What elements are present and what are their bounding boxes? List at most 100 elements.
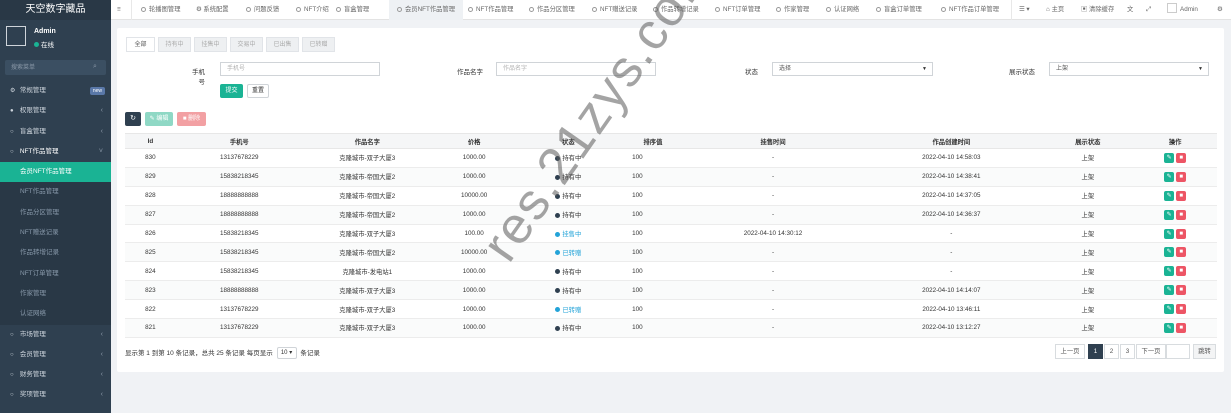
row-delete-icon[interactable]: ■ xyxy=(1176,322,1187,333)
sidebar-item-award[interactable]: ○ 奖项管理 ‹ xyxy=(0,385,111,405)
row-delete-icon[interactable]: ■ xyxy=(1176,285,1187,296)
cell-show-status[interactable]: 上架 xyxy=(1042,205,1134,225)
row-edit-icon[interactable]: ✎ xyxy=(1164,171,1175,182)
tab-nft-intro[interactable]: NFT介绍 xyxy=(296,0,329,20)
submit-button[interactable]: 提交 xyxy=(220,84,243,98)
search-icon[interactable]: ⌕ xyxy=(93,63,101,71)
col-price[interactable]: 价格 xyxy=(431,133,517,149)
edit-button[interactable]: ✎ 编辑 xyxy=(145,112,173,126)
tab-list-dropdown-icon[interactable]: ☰ ▾ xyxy=(1019,0,1030,20)
row-edit-icon[interactable]: ✎ xyxy=(1164,152,1175,163)
cell-show-status[interactable]: 上架 xyxy=(1042,186,1134,206)
home-button[interactable]: ⌂ 主页 xyxy=(1046,0,1064,20)
filter-tab-all[interactable]: 全部 xyxy=(126,37,155,52)
row-delete-icon[interactable]: ■ xyxy=(1176,190,1187,201)
settings-gear-icon[interactable]: ⚙ xyxy=(1217,0,1223,20)
tab-auth-network[interactable]: 认证网络 xyxy=(826,0,859,20)
phone-input[interactable] xyxy=(220,62,380,76)
tab-authors[interactable]: 作家管理 xyxy=(776,0,809,20)
row-edit-icon[interactable]: ✎ xyxy=(1164,190,1175,201)
admin-menu[interactable]: Admin xyxy=(1167,0,1198,20)
row-edit-icon[interactable]: ✎ xyxy=(1164,322,1175,333)
table-row[interactable]: 826 15838218345 克隆城市-双子大厦3 100.00 挂售中 100 2022… xyxy=(125,224,1217,244)
tab-nft-orders[interactable]: NFT订单管理 xyxy=(715,0,760,20)
row-edit-icon[interactable]: ✎ xyxy=(1164,209,1175,220)
cell-show-status[interactable]: 上架 xyxy=(1042,299,1134,320)
table-row[interactable]: 823 18888888888 克隆城市-双子大厦3 1000.00 持有中 100-20… xyxy=(125,280,1217,301)
sidebar-sub-item[interactable]: NFT订单管理 xyxy=(0,263,111,284)
tab-gift-records[interactable]: NFT赠送记录 xyxy=(592,0,637,20)
table-row[interactable]: 828 18888888888 克隆城市-帝国大厦2 10000.00 持有中 100-2… xyxy=(125,186,1217,206)
sidebar-item-nft[interactable]: ○ NFT作品管理 ˅ xyxy=(0,142,111,162)
col-sort[interactable]: 排序值 xyxy=(620,133,686,149)
table-row[interactable]: 829 15838218345 克隆城市-帝国大厦2 1000.00 持有中 100-20… xyxy=(125,167,1217,187)
tab-transfer-records[interactable]: 作品转增记录 xyxy=(653,0,699,20)
tab-blindbox-orders[interactable]: 盲盒订单管理 xyxy=(876,0,922,20)
col-status[interactable]: 状态 xyxy=(516,133,621,149)
sidebar-sub-item[interactable]: 认证网络 xyxy=(0,304,111,325)
row-delete-icon[interactable]: ■ xyxy=(1176,266,1187,277)
row-delete-icon[interactable]: ■ xyxy=(1176,209,1187,220)
table-row[interactable]: 825 15838218345 克隆城市-帝国大厦2 10000.00 已转赠 100- -… xyxy=(125,242,1217,263)
next-page-button[interactable]: 下一页 xyxy=(1136,344,1166,359)
row-edit-icon[interactable]: ✎ xyxy=(1164,247,1175,258)
tab-zones[interactable]: 作品分区管理 xyxy=(529,0,575,20)
tab-member-nft[interactable]: 会员NFT作品管理 xyxy=(389,0,464,20)
sidebar-search-input[interactable] xyxy=(5,60,106,75)
tab-feedback[interactable]: 问题反馈 xyxy=(246,0,279,20)
fullscreen-icon[interactable]: ⤢ xyxy=(1146,0,1151,20)
row-edit-icon[interactable]: ✎ xyxy=(1164,285,1175,296)
show-status-select[interactable]: 上架 ▼ xyxy=(1049,62,1209,76)
cell-show-status[interactable]: 上架 xyxy=(1042,148,1134,168)
sidebar-item-blindbox[interactable]: ○ 盲盒管理 ‹ xyxy=(0,122,111,142)
filter-tab-holding[interactable]: 持有中 xyxy=(158,37,191,52)
sidebar-sub-item[interactable]: NFT作品管理 xyxy=(0,182,111,203)
tab-blindbox[interactable]: 盲盒管理 xyxy=(336,0,369,20)
tab-system-config[interactable]: ⚙ 系统配置 xyxy=(196,0,229,20)
cell-show-status[interactable]: 上架 xyxy=(1042,261,1134,282)
status-select[interactable]: 选择 ▼ xyxy=(772,62,933,76)
filter-tab-transferred[interactable]: 已转赠 xyxy=(302,37,335,52)
row-delete-icon[interactable]: ■ xyxy=(1176,228,1187,239)
col-id[interactable]: Id xyxy=(125,133,176,149)
refresh-button[interactable]: ↻ xyxy=(125,112,141,126)
menu-toggle-icon[interactable]: ≡ xyxy=(117,0,121,20)
col-work-name[interactable]: 作品名字 xyxy=(302,133,432,149)
cell-show-status[interactable]: 上架 xyxy=(1042,318,1134,338)
filter-tab-listing[interactable]: 挂售中 xyxy=(194,37,227,52)
work-name-input[interactable] xyxy=(496,62,656,76)
table-row[interactable]: 827 18888888888 克隆城市-帝国大厦2 1000.00 持有中 100-20… xyxy=(125,205,1217,225)
filter-tab-sold[interactable]: 已出售 xyxy=(266,37,299,52)
sidebar-item-general[interactable]: ⚙ 常规管理 new xyxy=(0,81,111,101)
row-edit-icon[interactable]: ✎ xyxy=(1164,304,1175,315)
sidebar-sub-item[interactable]: NFT赠送记录 xyxy=(0,223,111,244)
sidebar-sub-item[interactable]: 作品转增记录 xyxy=(0,243,111,264)
table-row[interactable]: 830 13137678229 克隆城市-双子大厦3 1000.00 持有中 100-20… xyxy=(125,148,1217,168)
col-list-time[interactable]: 挂售时间 xyxy=(685,133,861,149)
tab-carousel[interactable]: 轮播图管理 xyxy=(141,0,180,20)
delete-button[interactable]: ■ 删除 xyxy=(177,112,206,126)
filter-tab-trading[interactable]: 交易中 xyxy=(230,37,263,52)
sidebar-item-finance[interactable]: ○ 财务管理 ‹ xyxy=(0,365,111,385)
page-2-button[interactable]: 2 xyxy=(1104,344,1119,359)
row-delete-icon[interactable]: ■ xyxy=(1176,171,1187,182)
page-size-select[interactable]: 10 ▾ xyxy=(276,347,297,360)
table-row[interactable]: 822 13137678229 克隆城市-双子大厦3 1000.00 已转赠 100-20… xyxy=(125,299,1217,320)
cell-show-status[interactable]: 上架 xyxy=(1042,242,1134,263)
row-edit-icon[interactable]: ✎ xyxy=(1164,266,1175,277)
jump-page-input[interactable] xyxy=(1166,344,1190,359)
row-delete-icon[interactable]: ■ xyxy=(1176,304,1187,315)
cell-show-status[interactable]: 上架 xyxy=(1042,224,1134,244)
jump-button[interactable]: 跳转 xyxy=(1193,344,1216,359)
sidebar-item-market[interactable]: ○ 市场管理 ‹ xyxy=(0,325,111,345)
page-3-button[interactable]: 3 xyxy=(1120,344,1135,359)
sidebar-item-member-nft[interactable]: 会员NFT作品管理 xyxy=(0,162,111,183)
sidebar-item-permission[interactable]: ● 权限管理 ‹ xyxy=(0,101,111,121)
row-delete-icon[interactable]: ■ xyxy=(1176,152,1187,163)
tab-nft-works[interactable]: NFT作品管理 xyxy=(468,0,513,20)
row-edit-icon[interactable]: ✎ xyxy=(1164,228,1175,239)
col-phone[interactable]: 手机号 xyxy=(175,133,303,149)
tab-nft-work-orders[interactable]: NFT作品订单管理 xyxy=(941,0,999,20)
sidebar-sub-item[interactable]: 作品分区管理 xyxy=(0,202,111,224)
reset-button[interactable]: 重置 xyxy=(247,84,269,98)
